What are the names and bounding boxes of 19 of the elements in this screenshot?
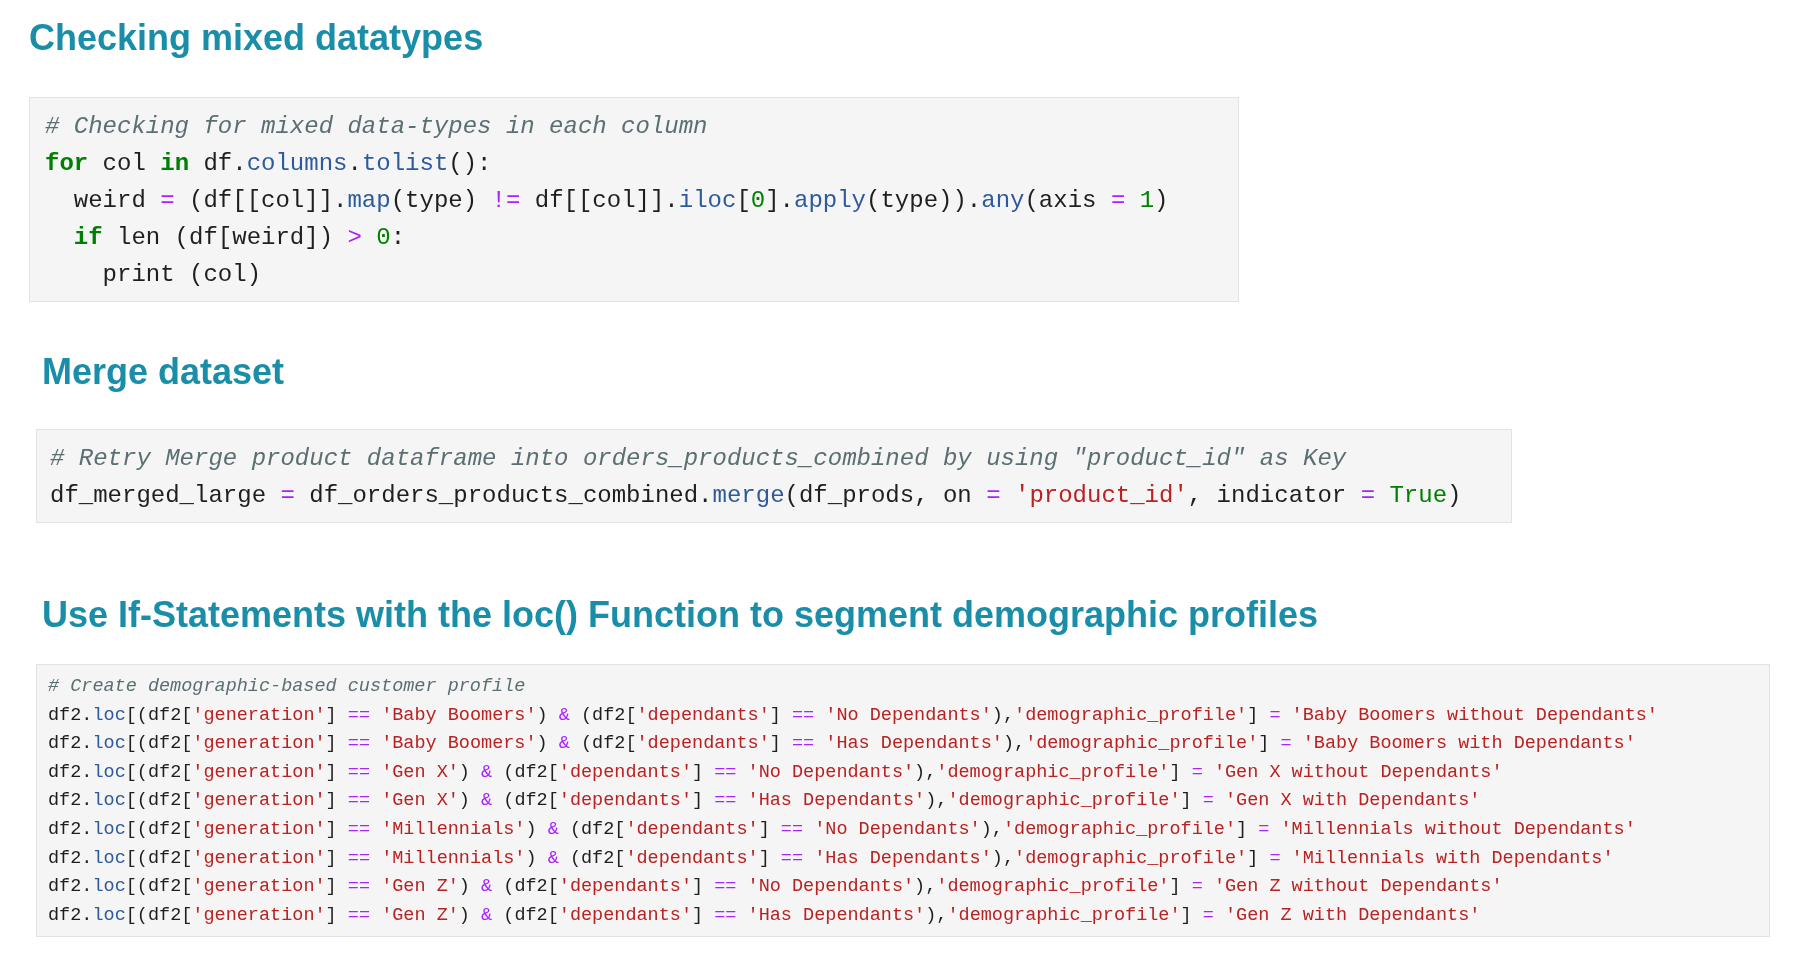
code-line: weird = (df[[col]].map(type) != df[[col]].iloc[0].apply(type)).any(axis = 1): [72, 186, 1169, 216]
code-comment: # Retry Merge product dataframe into orders_products_combined by using "product_id" as Key: [50, 444, 1347, 474]
code-line: df2.loc[(df2['generation'] == 'Gen Z') & (df2['dependants'] == 'No Dependants'),'demographic_profile'] = 'Gen Z without Dependants': [48, 875, 1503, 900]
code-line: df_merged_large = df_orders_products_combined.merge(df_prods, on = 'product_id', indicator = True): [50, 481, 1462, 511]
code-line: print (col): [101, 260, 262, 290]
code-line: df2.loc[(df2['generation'] == 'Gen Z') & (df2['dependants'] == 'Has Dependants'),'demographic_profile'] = 'Gen Z with Dependants': [48, 903, 1481, 928]
code-line: df2.loc[(df2['generation'] == 'Baby Boomers') & (df2['dependants'] == 'No Dependants'),'demographic_profile'] = 'Baby Boomers without Dependants': [48, 703, 1658, 728]
section-heading: Use If-Statements with the loc() Function to segment demographic profiles: [42, 593, 1319, 637]
code-line: df2.loc[(df2['generation'] == 'Millennials') & (df2['dependants'] == 'Has Dependants'),'demographic_profile'] = 'Millennials with Dependants': [48, 846, 1614, 871]
code-comment: # Create demographic-based customer profile: [48, 675, 526, 699]
code-line: df2.loc[(df2['generation'] == 'Baby Boomers') & (df2['dependants'] == 'Has Dependants'),'demographic_profile'] = 'Baby Boomers with Dependants': [48, 732, 1636, 757]
code-line: df2.loc[(df2['generation'] == 'Gen X') & (df2['dependants'] == 'No Dependants'),'demographic_profile'] = 'Gen X without Dependants': [48, 760, 1503, 785]
section-heading: Checking mixed datatypes: [29, 16, 484, 60]
code-line: df2.loc[(df2['generation'] == 'Gen X') & (df2['dependants'] == 'Has Dependants'),'demographic_profile'] = 'Gen X with Dependants': [48, 789, 1481, 814]
code-line: df2.loc[(df2['generation'] == 'Millennials') & (df2['dependants'] == 'No Dependants'),'demographic_profile'] = 'Millennials without Dependants': [48, 817, 1636, 842]
code-line: for col in df.columns.tolist():: [45, 149, 492, 179]
section-heading: Merge dataset: [42, 350, 285, 394]
code-line: if len (df[weird]) > 0:: [72, 223, 406, 253]
code-comment: # Checking for mixed data-types in each column: [45, 112, 708, 142]
